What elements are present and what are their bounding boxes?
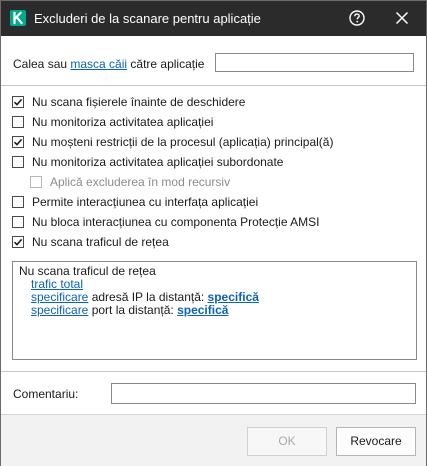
traffic-link[interactable]: trafic total	[31, 277, 83, 291]
option-checkbox[interactable]	[12, 196, 24, 208]
comment-input[interactable]	[111, 383, 416, 404]
option-label: Nu scana traficul de rețea	[32, 235, 169, 249]
option-checkbox[interactable]	[12, 156, 24, 168]
path-mask-link[interactable]: masca căii	[70, 57, 127, 71]
option-label: Nu monitoriza activitatea aplicației sub…	[32, 155, 284, 169]
option-label: Nu moșteni restricții de la procesul (ap…	[32, 135, 334, 149]
port-value-link[interactable]: specifică	[177, 303, 228, 317]
remote-ip-text: adresă IP la distanță:	[88, 290, 208, 304]
cancel-button[interactable]: Revocare	[336, 427, 416, 456]
kaspersky-logo-icon	[10, 10, 26, 26]
rule-summary-box: Nu scana traficul de rețea trafic total …	[12, 261, 417, 360]
option-label: Aplică excluderea în mod recursiv	[50, 175, 231, 189]
close-icon[interactable]	[393, 9, 411, 27]
help-icon[interactable]	[348, 9, 366, 27]
dialog-footer: OK Revocare	[1, 414, 426, 466]
divider	[1, 85, 426, 86]
port-specify-link[interactable]: specificare	[31, 303, 88, 317]
option-checkbox[interactable]	[12, 236, 24, 248]
path-label: Calea sau masca căii către aplicație	[13, 57, 204, 71]
path-input[interactable]	[215, 53, 414, 72]
title-bar: Excluderi de la scanare pentru aplicație	[1, 1, 426, 36]
remote-port-line: specificare port la distanță: specifică	[31, 304, 228, 317]
ok-button[interactable]: OK	[247, 427, 327, 456]
ip-value-link[interactable]: specifică	[208, 290, 259, 304]
option-checkbox[interactable]	[30, 176, 42, 188]
path-label-prefix: Calea sau	[13, 57, 71, 71]
ip-specify-link[interactable]: specificare	[31, 290, 88, 304]
dialog-window: Excluderi de la scanare pentru aplicație…	[0, 0, 427, 466]
option-label: Nu monitoriza activitatea aplicației	[32, 115, 214, 129]
divider	[1, 371, 426, 372]
option-checkbox[interactable]	[12, 96, 24, 108]
comment-label: Comentariu:	[13, 387, 79, 401]
option-checkbox[interactable]	[12, 216, 24, 228]
option-checkbox[interactable]	[12, 136, 24, 148]
remote-port-text: port la distanță:	[88, 303, 178, 317]
option-checkbox[interactable]	[12, 116, 24, 128]
option-label: Nu scana fișierele înainte de deschidere	[32, 95, 246, 109]
option-label: Permite interacțiunea cu interfața aplic…	[32, 195, 259, 209]
window-title: Excluderi de la scanare pentru aplicație	[34, 11, 261, 26]
option-label: Nu bloca interacțiunea cu componenta Pro…	[32, 215, 320, 229]
path-label-suffix: către aplicație	[127, 57, 205, 71]
